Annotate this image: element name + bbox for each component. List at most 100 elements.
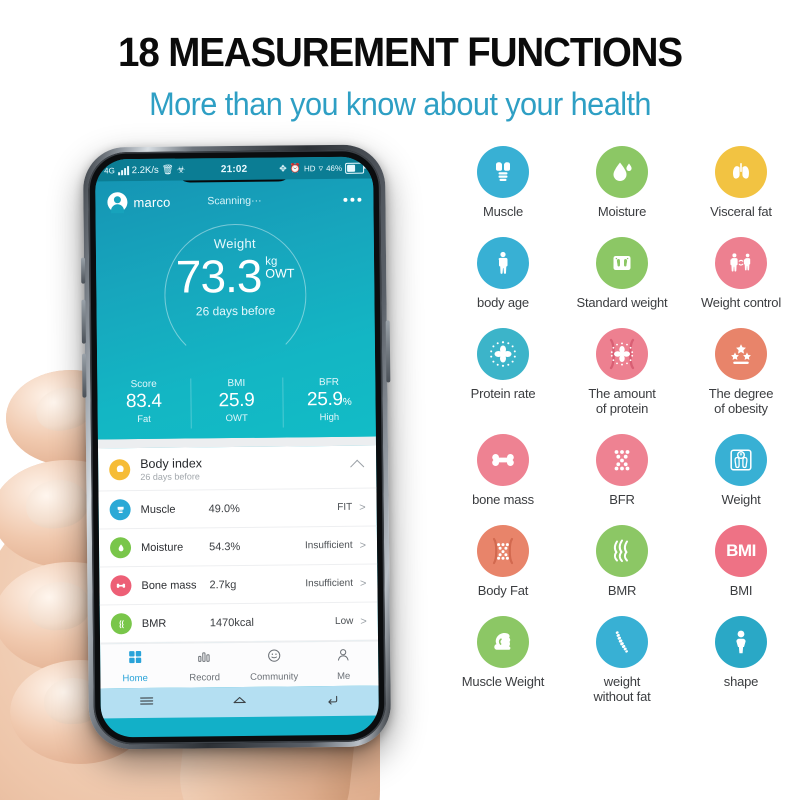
stat-score[interactable]: Score 83.4 Fat (97, 376, 190, 433)
bottom-tab-bar: Home Record Community Me (100, 640, 379, 689)
water-drop-icon (596, 146, 648, 198)
body-index-title: Body index (140, 455, 203, 471)
flame-icon (596, 525, 648, 577)
android-nav-bar (100, 685, 379, 719)
fat-cushion-icon (477, 525, 529, 577)
weight-units: kg OWT (265, 256, 294, 281)
muscle-torso-icon (477, 146, 529, 198)
bluetooth-icon: ✥ (279, 162, 287, 174)
function-moisture[interactable]: Moisture (563, 146, 681, 220)
phone-device: 4G 2.2K/s 🗑 ☣ 21:02 ✥ ⏰ HD ▿ 46% marco S… (81, 144, 392, 750)
function-standard-weight[interactable]: Standard weight (563, 237, 681, 311)
row-status: Insufficient (304, 539, 353, 552)
body-figure-icon (477, 237, 529, 289)
moisture-icon (109, 537, 132, 559)
tab-me[interactable]: Me (309, 642, 379, 687)
function-visceral-fat[interactable]: Visceral fat (682, 146, 800, 220)
fat-dots-icon (596, 434, 648, 486)
weight-readout: Weight 73.3 kg OWT 26 days before (96, 235, 375, 320)
function-weight-without-fat[interactable]: weight without fat (563, 616, 681, 704)
function-bmi[interactable]: BMI BMI (682, 525, 800, 599)
function-label: bone mass (472, 492, 534, 507)
spine-icon (596, 616, 648, 668)
function-label: The amount of protein (588, 386, 656, 416)
volume-up-button[interactable] (81, 299, 86, 344)
function-label: Body Fat (477, 583, 529, 598)
wifi-icon: ▿ (318, 162, 324, 173)
function-protein-rate[interactable]: Protein rate (444, 328, 562, 402)
chevron-right-icon[interactable]: > (360, 615, 367, 627)
chevron-right-icon[interactable]: > (359, 501, 366, 513)
app-header: marco Scanning··· Weight 73.3 kg OWT 26 … (95, 178, 376, 440)
tab-label: Community (250, 670, 299, 683)
stat-key: BFR (318, 376, 340, 389)
function-bone-mass[interactable]: bone mass (444, 434, 562, 508)
weight-date-label: 26 days before (195, 303, 276, 319)
battery-icon (345, 162, 365, 174)
row-name: BMR (141, 617, 167, 630)
row-value: 2.7kg (209, 578, 237, 591)
function-label: BMR (607, 583, 637, 598)
tab-home[interactable]: Home (100, 644, 170, 689)
stat-suffix: % (342, 396, 352, 408)
smiley-icon (266, 647, 282, 668)
function-amount-of-protein[interactable]: The amount of protein (563, 328, 681, 416)
phone-screen: 4G 2.2K/s 🗑 ☣ 21:02 ✥ ⏰ HD ▿ 46% marco S… (94, 156, 380, 738)
header: 18 MEASUREMENT FUNCTIONS More than you k… (0, 0, 800, 135)
more-dots-icon[interactable] (343, 197, 362, 202)
back-icon[interactable] (323, 691, 341, 710)
row-value: 54.3% (208, 540, 241, 553)
function-muscle[interactable]: Muscle (444, 146, 562, 220)
function-body-age[interactable]: body age (444, 237, 562, 311)
app-bar: marco Scanning··· (95, 183, 373, 220)
function-degree-of-obesity[interactable]: The degree of obesity (682, 328, 800, 416)
power-button[interactable] (385, 320, 391, 383)
avatar-icon[interactable] (107, 192, 128, 213)
volume-down-button[interactable] (82, 353, 87, 398)
weight-value-row: 73.3 kg OWT (96, 250, 374, 303)
username-label: marco (133, 194, 171, 210)
function-label: Muscle Weight (461, 674, 545, 689)
muscle-icon (109, 499, 131, 521)
tab-label: Me (336, 670, 351, 682)
function-label: BMI (729, 583, 753, 598)
bmi-text-icon: BMI (715, 525, 767, 577)
stat-tag: OWT (225, 412, 248, 425)
scale-feet-icon (596, 237, 648, 289)
lungs-icon (715, 146, 767, 198)
table-row[interactable]: Muscle 49.0% FIT > (98, 488, 377, 530)
function-muscle-weight[interactable]: Muscle Weight (444, 616, 562, 690)
function-label: The degree of obesity (708, 386, 774, 416)
function-label: Weight control (700, 295, 782, 310)
function-shape[interactable]: shape (682, 616, 800, 690)
stat-value: 25.9% (283, 389, 376, 412)
bmi-text: BMI (726, 541, 756, 560)
row-value: 49.0% (208, 502, 240, 515)
table-row[interactable]: BMR 1470kcal Low > (99, 602, 379, 644)
stat-value: 83.4 (97, 390, 190, 413)
table-row[interactable]: Moisture 54.3% Insufficient > (98, 526, 378, 568)
menu-icon[interactable] (138, 693, 156, 712)
function-icon-grid: Muscle Moisture Visceral fat body age St… (444, 146, 800, 706)
row-status: Insufficient (305, 577, 354, 590)
function-weight[interactable]: Weight (682, 434, 800, 508)
function-body-fat[interactable]: Body Fat (444, 525, 562, 599)
stat-bmi[interactable]: BMI 25.9 OWT (190, 376, 283, 433)
function-bmr[interactable]: BMR (563, 525, 681, 599)
function-label: Protein rate (470, 386, 536, 401)
stat-bfr[interactable]: BFR 25.9% High (283, 375, 376, 432)
table-row[interactable]: Bone mass 2.7kg Insufficient > (99, 564, 378, 606)
chevron-right-icon[interactable]: > (360, 539, 367, 551)
chevron-right-icon[interactable]: > (360, 577, 367, 589)
stat-key: BMI (227, 377, 246, 390)
function-weight-control[interactable]: Weight control (682, 237, 800, 311)
home-icon[interactable] (231, 692, 249, 711)
function-bfr[interactable]: BFR (563, 434, 681, 508)
body-index-header[interactable]: Body index 26 days before (98, 445, 377, 492)
bone-icon (110, 575, 132, 597)
tab-community[interactable]: Community (239, 642, 309, 687)
silent-switch[interactable] (81, 257, 86, 284)
protein-cell-icon (477, 328, 529, 380)
function-label: body age (477, 295, 529, 310)
tab-record[interactable]: Record (170, 643, 240, 688)
